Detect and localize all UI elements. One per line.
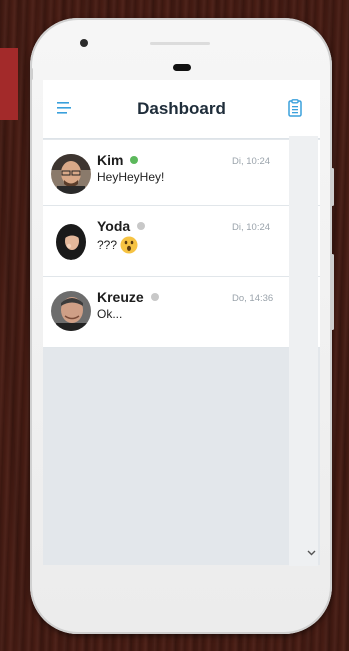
contact-name: Kreuze (97, 289, 159, 305)
avatar (51, 220, 91, 260)
header-bar: Dashboard (43, 80, 320, 139)
camera (80, 39, 88, 47)
earpiece (173, 64, 191, 71)
last-message: Ok... (97, 307, 123, 321)
clipboard-icon[interactable] (288, 99, 302, 117)
message-time: Di, 10:24 (232, 222, 271, 233)
side-button (331, 254, 334, 330)
side-button (331, 168, 334, 206)
message-time: Di, 10:24 (232, 156, 271, 167)
scrollbar[interactable] (289, 136, 318, 566)
avatar (51, 154, 91, 194)
contact-name: Kim (97, 152, 139, 168)
chat-list: Kim HeyHeyHey! Di, 10:24 Yoda ??? Di, 10… (43, 140, 320, 348)
chat-item[interactable]: Yoda ??? Di, 10:24 (43, 206, 320, 277)
app-screen: Dashboard Kim HeyHeyHey! Di, 10:24 Yoda … (43, 80, 320, 565)
last-message: ??? (97, 236, 138, 254)
page-title: Dashboard (137, 99, 226, 118)
status-dot-offline (150, 293, 159, 301)
chat-item[interactable]: Kreuze Ok... Do, 14:36 (43, 277, 320, 348)
last-message: HeyHeyHey! (97, 170, 165, 184)
status-dot-online (130, 156, 139, 164)
chevron-down-icon[interactable] (307, 550, 316, 556)
chat-item[interactable]: Kim HeyHeyHey! Di, 10:24 (43, 140, 320, 206)
contact-name: Yoda (97, 218, 146, 234)
background-tab (0, 48, 18, 120)
speaker-slit (150, 42, 210, 45)
astonished-face-icon (120, 236, 138, 254)
message-time: Do, 14:36 (232, 293, 274, 304)
side-button (30, 68, 33, 80)
status-dot-offline (137, 222, 146, 230)
avatar (51, 291, 91, 331)
